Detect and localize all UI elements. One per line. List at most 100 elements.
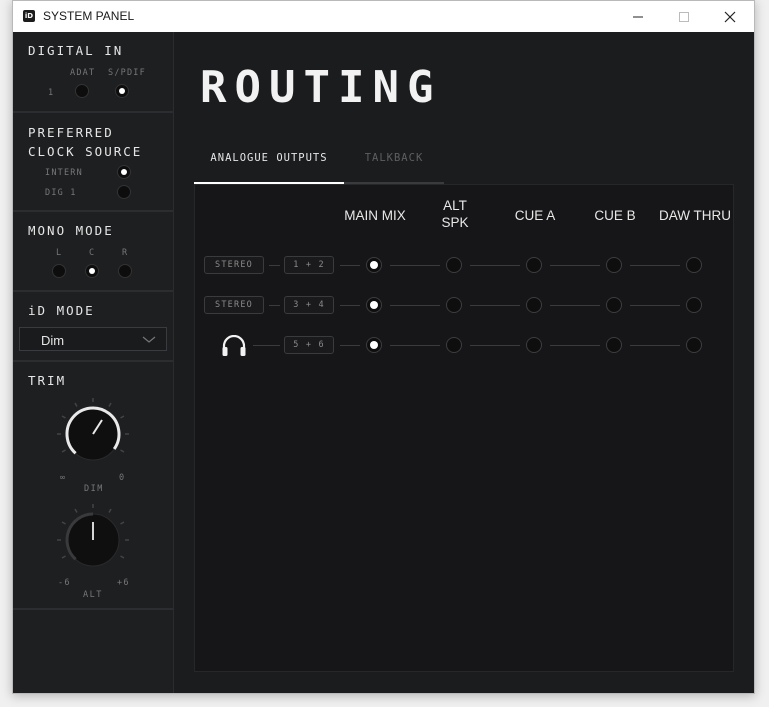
row-1-alt-spk-node[interactable] [446, 257, 462, 273]
mono-c-radio[interactable] [85, 264, 99, 278]
row-3-alt-spk-node[interactable] [446, 337, 462, 353]
mono-c-label: C [89, 248, 96, 258]
row-2-connector [340, 305, 360, 306]
id-mode-selected: Dim [41, 333, 65, 348]
row-2-alt-spk-node[interactable] [446, 297, 462, 313]
row-1-cue-b-node[interactable] [606, 257, 622, 273]
column-header-cue-a-text: CUE A [514, 208, 556, 223]
row-3-channels: 5 + 6 [284, 336, 334, 354]
row-2-type-label: STEREO [204, 296, 264, 314]
clock-source-title-1: PREFERRED [28, 125, 114, 140]
main-content: ROUTING ANALOGUE OUTPUTS TALKBACK MAIN M… [174, 32, 754, 693]
chevron-down-icon [142, 336, 156, 343]
adat-radio[interactable] [75, 84, 89, 98]
column-header-cue-b: CUE B [575, 207, 655, 224]
row-3-main-mix-node[interactable] [366, 337, 382, 353]
dim-max-label: 0 [119, 473, 126, 483]
column-header-cue-b-text: CUE B [594, 208, 636, 223]
row-2-daw-thru-node[interactable] [686, 297, 702, 313]
client-area: DIGITAL IN ADAT S/PDIF 1 PREFERRED CLOCK… [13, 32, 754, 693]
column-header-main-mix-text: MAIN MIX [344, 208, 406, 223]
column-header-daw-thru-text: DAW THRU [659, 208, 731, 223]
row-3-connector [253, 345, 280, 346]
alt-max-label: +6 [117, 578, 130, 588]
title-bar[interactable]: iD SYSTEM PANEL [13, 1, 754, 32]
column-header-spk-text: SPK [441, 215, 469, 230]
row-3-cue-a-node[interactable] [526, 337, 542, 353]
row-2-cue-b-node[interactable] [606, 297, 622, 313]
digital-in-title: DIGITAL IN [28, 43, 124, 58]
digital-in-row-label: 1 [48, 88, 55, 98]
tab-analogue-outputs[interactable]: ANALOGUE OUTPUTS [194, 152, 344, 184]
row-1-connector [340, 265, 360, 266]
routing-panel: MAIN MIX ALT SPK CUE A CUE B DAW THRU ST… [194, 184, 734, 672]
row-1-connector [470, 265, 520, 266]
alt-knob-label: ALT [83, 590, 103, 600]
row-1-cue-a-node[interactable] [526, 257, 542, 273]
row-3-connector [630, 345, 680, 346]
column-header-daw-thru: DAW THRU [655, 207, 735, 224]
tab-talkback[interactable]: TALKBACK [344, 152, 444, 184]
digital-in-section: DIGITAL IN ADAT S/PDIF 1 [13, 32, 173, 113]
row-2-main-mix-node[interactable] [366, 297, 382, 313]
headphones-icon [222, 335, 246, 356]
intern-radio[interactable] [117, 165, 131, 179]
app-icon: iD [23, 10, 35, 22]
row-3-connector [550, 345, 600, 346]
minimize-button[interactable] [616, 1, 662, 32]
row-2-connector [550, 305, 600, 306]
mono-r-radio[interactable] [118, 264, 132, 278]
dim-knob[interactable] [53, 394, 133, 474]
row-1-type-label: STEREO [204, 256, 264, 274]
mono-mode-title: MONO MODE [28, 223, 114, 238]
adat-label: ADAT [70, 68, 96, 78]
column-header-cue-a: CUE A [495, 207, 575, 224]
column-header-alt-spk: ALT SPK [415, 197, 495, 231]
dig1-radio[interactable] [117, 185, 131, 199]
dim-knob-label: DIM [84, 484, 104, 494]
row-3-daw-thru-node[interactable] [686, 337, 702, 353]
row-3-connector [390, 345, 440, 346]
trim-section: TRIM ∞ 0 DIM -6 +6 ALT [13, 362, 173, 610]
row-1-connector [390, 265, 440, 266]
row-2-connector [630, 305, 680, 306]
column-header-main-mix: MAIN MIX [335, 207, 415, 224]
mono-l-label: L [56, 248, 63, 258]
dim-min-label: ∞ [60, 473, 67, 483]
alt-knob[interactable] [53, 500, 133, 580]
row-1-connector [630, 265, 680, 266]
row-1-connector [269, 265, 280, 266]
row-2-channels: 3 + 4 [284, 296, 334, 314]
row-2-connector [390, 305, 440, 306]
row-2-connector [470, 305, 520, 306]
mono-mode-section: MONO MODE L C R [13, 212, 173, 292]
row-1-channels: 1 + 2 [284, 256, 334, 274]
sidebar: DIGITAL IN ADAT S/PDIF 1 PREFERRED CLOCK… [13, 32, 174, 693]
dig1-label: DIG 1 [45, 188, 77, 198]
trim-title: TRIM [28, 373, 67, 388]
mono-l-radio[interactable] [52, 264, 66, 278]
row-1-daw-thru-node[interactable] [686, 257, 702, 273]
page-title: ROUTING [200, 62, 442, 113]
row-1-connector [550, 265, 600, 266]
intern-label: INTERN [45, 168, 83, 178]
row-2-cue-a-node[interactable] [526, 297, 542, 313]
close-icon [724, 11, 736, 23]
spdif-radio[interactable] [115, 84, 129, 98]
close-button[interactable] [708, 1, 754, 32]
system-panel-window: iD SYSTEM PANEL DIGITAL IN ADAT S/PDIF 1 [12, 0, 755, 694]
alt-min-label: -6 [58, 578, 71, 588]
column-header-alt-text: ALT [443, 198, 467, 213]
clock-source-title-2: CLOCK SOURCE [28, 144, 143, 159]
row-1-main-mix-node[interactable] [366, 257, 382, 273]
id-mode-title: iD MODE [28, 303, 95, 318]
minimize-icon [633, 16, 643, 18]
row-3-connector [340, 345, 360, 346]
spdif-label: S/PDIF [108, 68, 146, 78]
row-3-cue-b-node[interactable] [606, 337, 622, 353]
id-mode-dropdown[interactable]: Dim [19, 327, 167, 351]
maximize-icon [679, 12, 689, 22]
clock-source-section: PREFERRED CLOCK SOURCE INTERN DIG 1 [13, 113, 173, 212]
row-2-connector [269, 305, 280, 306]
maximize-button[interactable] [662, 1, 708, 32]
